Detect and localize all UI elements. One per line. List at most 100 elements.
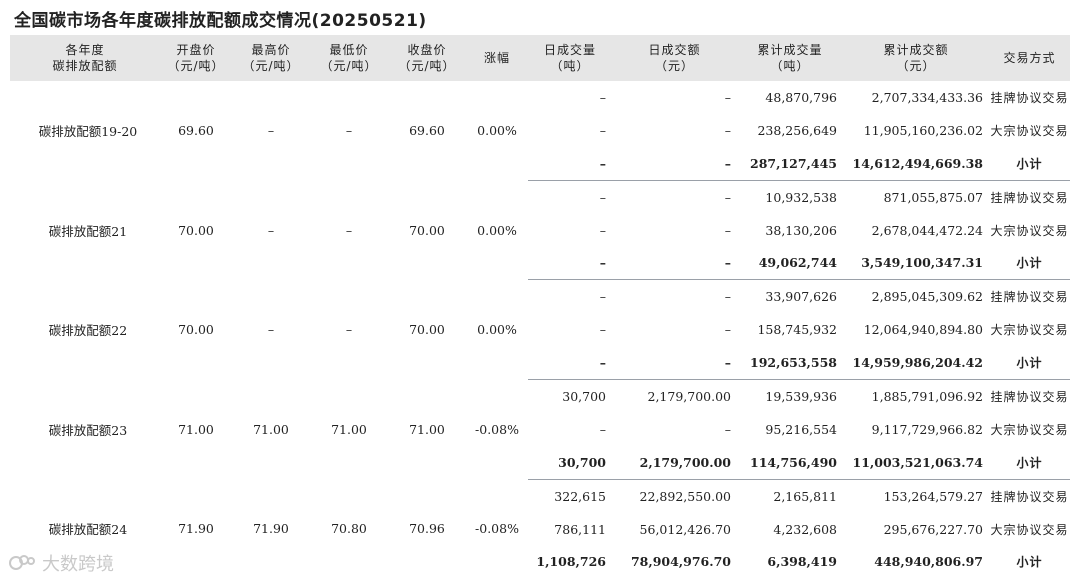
high-price: – <box>267 322 275 338</box>
table-row: 碳排放配额23 71.00 71.00 71.00 71.00 -0.08% 30,700 2… <box>10 380 1070 438</box>
daily-volume: 786,111 <box>554 521 606 537</box>
header-trade-mode: 交易方式 <box>989 35 1070 81</box>
close-price: 70.00 <box>409 222 445 238</box>
header-high: 最高价 （元/吨） <box>232 35 310 81</box>
trade-mode: 小计 <box>1016 555 1043 570</box>
cumulative-volume: 238,256,649 <box>757 122 837 138</box>
header-open: 开盘价 （元/吨） <box>160 35 232 81</box>
table-row: 碳排放配额22 70.00 – – 70.00 0.00% – – 33,907,626 2,89… <box>10 280 1070 338</box>
daily-amount: – <box>724 89 731 105</box>
low-price: 70.80 <box>331 521 367 537</box>
cumulative-volume: 158,745,932 <box>757 322 837 338</box>
trade-mode: 大宗协议交易 <box>990 123 1069 138</box>
low-price: 71.00 <box>331 421 367 437</box>
trade-mode: 挂牌协议交易 <box>990 290 1069 305</box>
cumulative-amount: 12,064,940,894.80 <box>863 322 983 338</box>
cumulative-amount: 2,707,334,433.36 <box>871 89 983 105</box>
header-cumulative-amount: 累计成交额 （元） <box>843 35 989 81</box>
cumulative-amount: 2,678,044,472.24 <box>871 222 983 238</box>
daily-amount: 2,179,700.00 <box>647 388 732 404</box>
table-row: 碳排放配额21 70.00 – – 70.00 0.00% – – 10,932,538 871,… <box>10 180 1070 239</box>
close-price: 71.00 <box>409 421 445 437</box>
change-percent: -0.08% <box>475 521 519 537</box>
cumulative-amount: 295,676,227.70 <box>883 521 983 537</box>
cumulative-volume: 49,062,744 <box>737 246 843 281</box>
daily-volume: – <box>599 189 606 205</box>
high-price: 71.90 <box>253 521 289 537</box>
change-percent: 0.00% <box>477 123 517 139</box>
table-header-row: 各年度 碳排放配额 开盘价 （元/吨） 最高价 （元/吨） 最低价 （元/吨） 收盘价（… <box>10 35 1070 81</box>
daily-amount: – <box>724 421 731 437</box>
daily-amount: – <box>612 246 737 281</box>
header-cumulative-volume: 累计成交量 （吨） <box>737 35 843 81</box>
high-price: – <box>267 123 275 139</box>
watermark: 大数跨境 <box>8 550 114 576</box>
daily-amount: – <box>724 189 731 205</box>
cumulative-amount: 9,117,729,966.82 <box>871 421 983 437</box>
daily-volume: 30,700 <box>528 445 612 480</box>
cumulative-amount: 3,549,100,347.31 <box>843 246 989 281</box>
low-price: – <box>345 322 353 338</box>
allowance-name: 碳排放配额19-20 <box>38 124 138 140</box>
daily-amount: – <box>724 222 731 238</box>
watermark-text: 大数跨境 <box>42 554 114 575</box>
daily-amount: 56,012,426.70 <box>639 521 731 537</box>
header-year: 各年度 碳排放配额 <box>10 35 160 81</box>
cumulative-amount: 14,959,986,204.42 <box>843 346 989 381</box>
close-price: 70.96 <box>409 521 445 537</box>
daily-volume: 30,700 <box>562 388 606 404</box>
trade-mode: 挂牌协议交易 <box>990 90 1069 105</box>
cumulative-amount: 14,612,494,669.38 <box>843 146 989 181</box>
header-low: 最低价 （元/吨） <box>310 35 388 81</box>
cumulative-amount: 2,895,045,309.62 <box>871 289 983 305</box>
header-close: 收盘价 （元/吨） <box>388 35 466 81</box>
daily-volume: – <box>599 122 606 138</box>
cumulative-volume: 2,165,811 <box>773 488 837 504</box>
daily-volume: – <box>599 89 606 105</box>
high-price: 71.00 <box>253 421 289 437</box>
carbon-trading-table: 各年度 碳排放配额 开盘价 （元/吨） 最高价 （元/吨） 最低价 （元/吨） 收盘价（… <box>10 35 1070 578</box>
change-percent: -0.08% <box>475 421 519 437</box>
cumulative-amount: 448,940,806.97 <box>874 554 983 570</box>
change-percent: 0.00% <box>477 222 517 238</box>
daily-amount: 78,904,976.70 <box>630 554 731 570</box>
change-percent: 0.00% <box>477 322 517 338</box>
trade-mode: 小计 <box>989 346 1070 381</box>
cumulative-volume: 6,398,419 <box>767 554 837 570</box>
allowance-name: 碳排放配额21 <box>48 223 128 239</box>
table-row: 碳排放配额24 71.90 71.90 70.80 70.96 -0.08% 322,615… <box>10 479 1070 538</box>
daily-volume: – <box>528 146 612 181</box>
trade-mode: 小计 <box>989 146 1070 181</box>
daily-volume: – <box>528 346 612 381</box>
trade-mode: 挂牌协议交易 <box>990 190 1069 205</box>
cumulative-volume: 10,932,538 <box>765 189 837 205</box>
low-price: – <box>345 123 353 139</box>
cumulative-volume: 19,539,936 <box>765 388 837 404</box>
low-price: – <box>345 222 353 238</box>
header-change: 涨幅 <box>466 35 528 81</box>
daily-amount: – <box>724 322 731 338</box>
watermark-logo-icon <box>9 555 35 570</box>
cumulative-volume: 287,127,445 <box>737 146 843 181</box>
table-row: 碳排放配额19-20 69.60 – – 69.60 0.00% – – 48,870,796 2… <box>10 81 1070 139</box>
daily-volume: 322,615 <box>554 488 606 504</box>
close-price: 70.00 <box>409 322 445 338</box>
daily-amount: – <box>724 289 731 305</box>
daily-amount: 22,892,550.00 <box>639 488 731 504</box>
daily-volume: – <box>599 289 606 305</box>
daily-amount: 2,179,700.00 <box>612 445 737 480</box>
cumulative-amount: 11,003,521,063.74 <box>843 445 989 480</box>
allowance-name: 碳排放配额22 <box>48 323 128 339</box>
open-price: 69.60 <box>178 123 214 139</box>
open-price: 71.90 <box>178 521 214 537</box>
cumulative-amount: 871,055,875.07 <box>883 189 983 205</box>
close-price: 69.60 <box>409 123 445 139</box>
allowance-name: 碳排放配额23 <box>48 422 128 438</box>
trade-mode: 小计 <box>989 246 1070 281</box>
cumulative-volume: 48,870,796 <box>765 89 837 105</box>
daily-volume: – <box>528 246 612 281</box>
trade-mode: 大宗协议交易 <box>990 522 1069 537</box>
daily-amount: – <box>724 122 731 138</box>
cumulative-volume: 95,216,554 <box>765 421 837 437</box>
page-title: 全国碳市场各年度碳排放配额成交情况(20250521) <box>14 11 427 31</box>
